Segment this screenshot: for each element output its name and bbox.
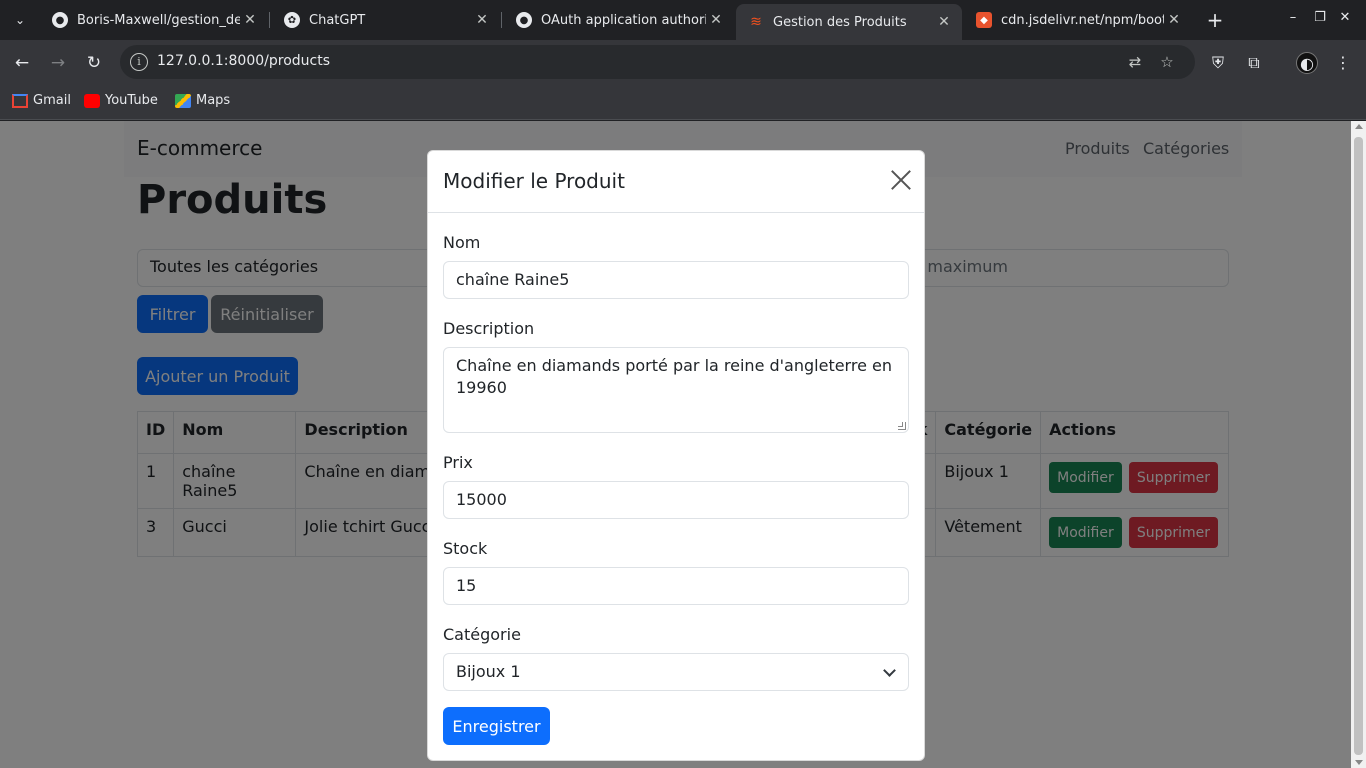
back-icon[interactable]: ←	[10, 51, 34, 75]
scrollbar-thumb[interactable]	[1354, 137, 1363, 755]
tab-divider	[269, 12, 270, 28]
bookmarks-bar: Gmail YouTube Maps	[0, 85, 1366, 120]
chatgpt-icon: ✿	[284, 12, 300, 28]
page-scrollbar[interactable]	[1351, 121, 1366, 768]
page-viewport: E-commerce Produits Catégories Produits …	[0, 121, 1351, 768]
browser-tab-bar: ⌄ ● Boris-Maxwell/gestion_de_ ✕ ✿ ChatGP…	[0, 0, 1366, 40]
price-field[interactable]: 15000	[443, 481, 909, 519]
browser-tab[interactable]: ● OAuth application authoriz ✕	[504, 6, 734, 34]
close-icon[interactable]	[890, 169, 912, 191]
browser-tab[interactable]: ● Boris-Maxwell/gestion_de_ ✕	[40, 6, 268, 34]
category-select[interactable]: Bijoux 1	[443, 653, 909, 691]
tab-close-icon[interactable]: ✕	[1164, 12, 1184, 28]
tab-divider	[501, 12, 502, 28]
category-selected-value: Bijoux 1	[456, 662, 521, 681]
jsdelivr-icon: ◆	[976, 12, 992, 28]
bookmark-maps[interactable]: Maps	[175, 93, 230, 108]
tab-close-icon[interactable]: ✕	[472, 12, 492, 28]
new-tab-icon[interactable]: +	[1203, 8, 1227, 32]
scroll-down-arrow-icon[interactable]	[1355, 760, 1363, 765]
more-menu-icon[interactable]: ⋮	[1332, 52, 1354, 74]
browser-tab[interactable]: ◆ cdn.jsdelivr.net/npm/boots ✕	[964, 6, 1192, 34]
tab-close-icon[interactable]: ✕	[240, 12, 260, 28]
youtube-icon	[84, 93, 100, 108]
gmail-icon	[12, 93, 28, 108]
edit-product-modal: Modifier le Produit Nom chaîne Raine5 De…	[427, 150, 925, 761]
github-icon: ●	[52, 12, 68, 28]
profile-avatar[interactable]: ◐	[1296, 52, 1318, 74]
description-label: Description	[443, 319, 535, 338]
chevron-down-icon	[883, 664, 896, 677]
browser-tab-active[interactable]: ≋ Gestion des Produits ✕	[736, 4, 962, 40]
github-icon: ●	[516, 12, 532, 28]
stock-label: Stock	[443, 539, 488, 558]
description-field[interactable]: Chaîne en diamands porté par la reine d'…	[443, 347, 909, 433]
tab-close-icon[interactable]: ✕	[934, 14, 954, 30]
scroll-up-arrow-icon[interactable]	[1355, 124, 1363, 129]
shield-extension-icon[interactable]: ⛨	[1207, 52, 1229, 74]
name-label: Nom	[443, 233, 481, 252]
bookmark-gmail[interactable]: Gmail	[12, 93, 71, 108]
bookmark-star-icon[interactable]: ☆	[1158, 53, 1176, 71]
category-label: Catégorie	[443, 625, 521, 644]
browser-toolbar: ← → ↻ i 127.0.0.1:8000/products ⇄ ☆ ⛨ ⧉ …	[0, 40, 1366, 85]
site-info-icon[interactable]: i	[130, 53, 148, 71]
laravel-icon: ≋	[750, 14, 762, 30]
modal-header: Modifier le Produit	[428, 151, 924, 213]
price-label: Prix	[443, 453, 473, 472]
save-button[interactable]: Enregistrer	[443, 707, 550, 745]
stock-field[interactable]: 15	[443, 567, 909, 605]
minimize-icon[interactable]: –	[1283, 10, 1303, 25]
close-window-icon[interactable]: ✕	[1335, 10, 1355, 25]
extensions-puzzle-icon[interactable]: ⧉	[1243, 52, 1265, 74]
tab-close-icon[interactable]: ✕	[706, 12, 726, 28]
bookmark-youtube[interactable]: YouTube	[84, 93, 158, 108]
modal-title: Modifier le Produit	[443, 169, 625, 193]
resize-handle-icon[interactable]	[898, 422, 906, 430]
reload-icon[interactable]: ↻	[82, 51, 106, 75]
address-bar[interactable]: i 127.0.0.1:8000/products ⇄ ☆	[120, 45, 1195, 79]
tab-search-chevron-icon[interactable]: ⌄	[8, 8, 32, 32]
maps-icon	[175, 93, 191, 108]
maximize-icon[interactable]: ❐	[1310, 10, 1330, 25]
browser-tab[interactable]: ✿ ChatGPT ✕	[272, 6, 500, 34]
url-text[interactable]: 127.0.0.1:8000/products	[157, 53, 330, 69]
description-text: Chaîne en diamands porté par la reine d'…	[456, 356, 892, 397]
translate-icon[interactable]: ⇄	[1126, 53, 1144, 71]
name-field[interactable]: chaîne Raine5	[443, 261, 909, 299]
forward-icon[interactable]: →	[46, 51, 70, 75]
